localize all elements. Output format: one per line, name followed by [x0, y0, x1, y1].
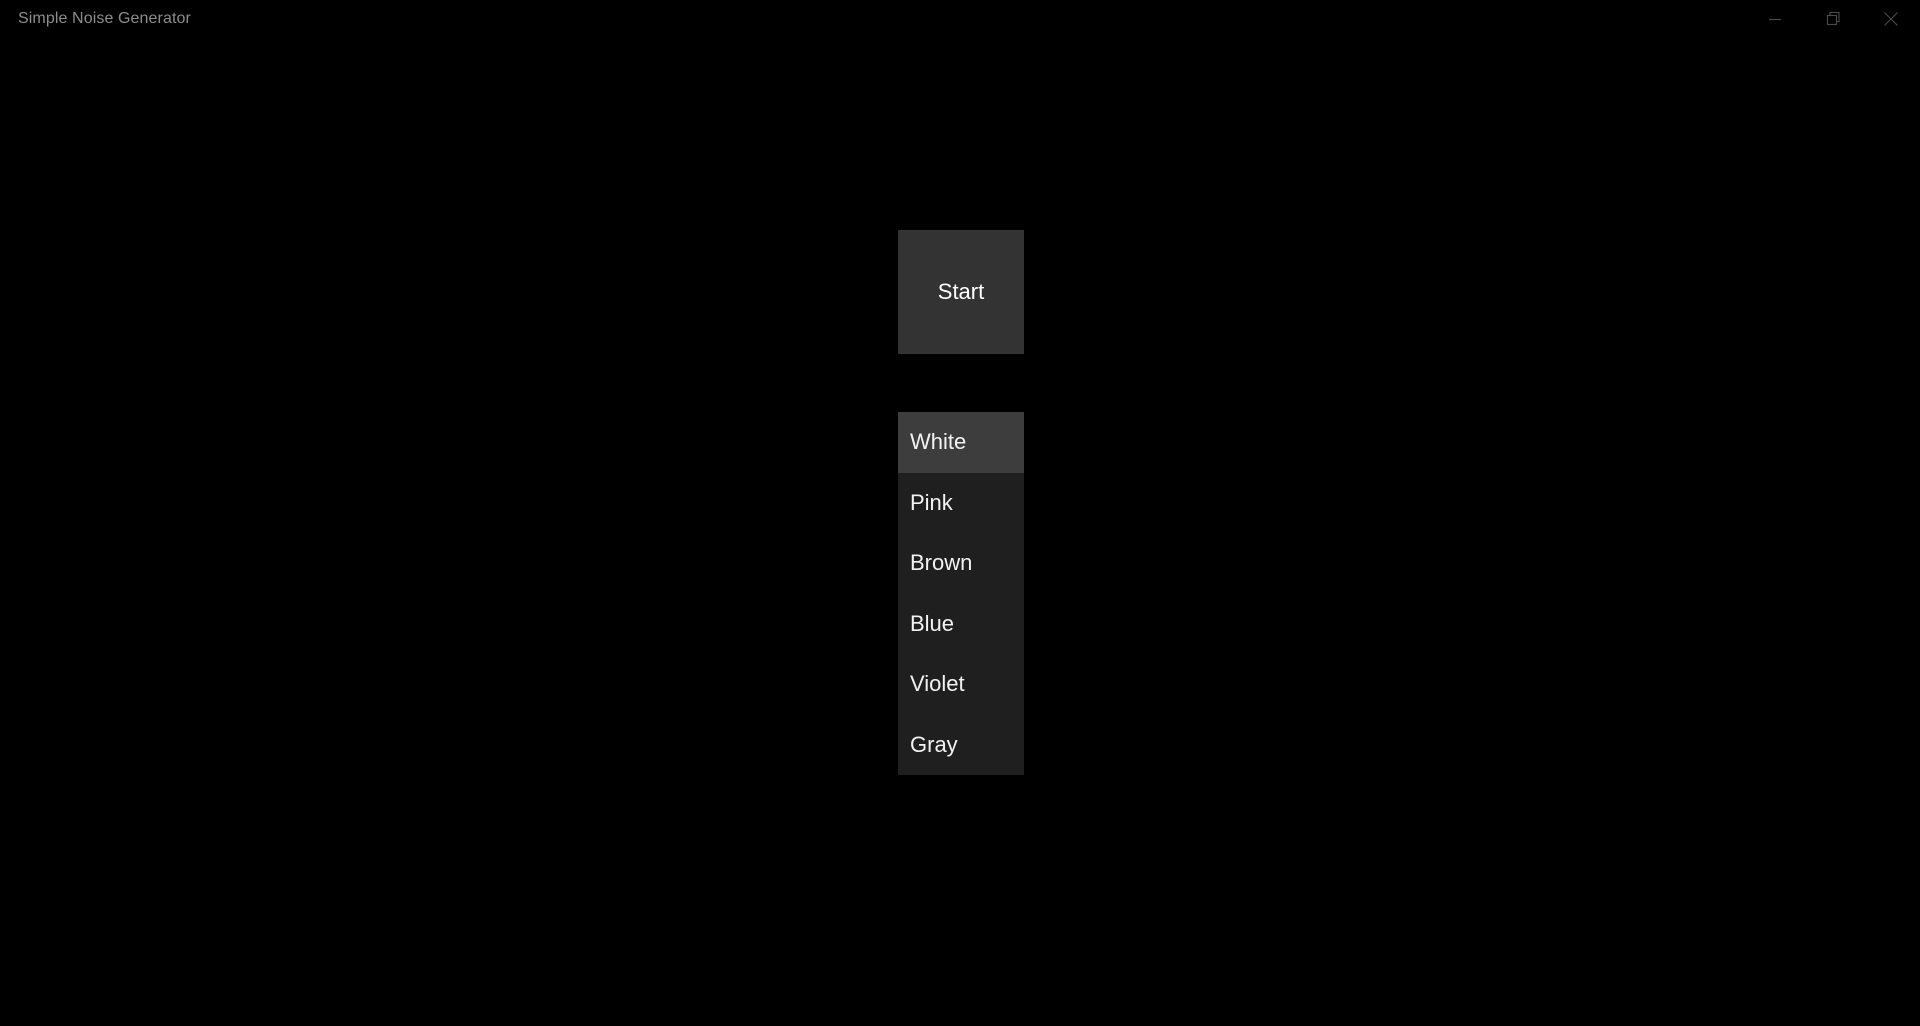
close-button[interactable]	[1862, 0, 1920, 38]
title-bar: Simple Noise Generator	[0, 0, 1920, 38]
noise-type-label: Brown	[910, 550, 973, 576]
noise-type-label: Violet	[910, 671, 965, 697]
application-window: Simple Noise Generator Start White Pink …	[0, 0, 1920, 1026]
noise-type-label: Gray	[910, 731, 958, 757]
noise-type-item-blue[interactable]: Blue	[898, 594, 1024, 655]
window-title: Simple Noise Generator	[18, 10, 191, 27]
restore-button[interactable]	[1804, 0, 1862, 38]
noise-type-label: Pink	[910, 489, 953, 515]
minimize-button[interactable]	[1746, 0, 1804, 38]
start-button[interactable]: Start	[898, 230, 1024, 354]
minimize-icon	[1764, 8, 1786, 30]
noise-type-item-violet[interactable]: Violet	[898, 654, 1024, 715]
noise-type-item-white[interactable]: White	[898, 412, 1024, 473]
window-controls	[1746, 0, 1920, 38]
noise-type-label: White	[910, 429, 967, 455]
noise-type-list[interactable]: White Pink Brown Blue Violet Gray	[898, 412, 1024, 775]
noise-type-item-brown[interactable]: Brown	[898, 533, 1024, 594]
noise-type-label: Blue	[910, 610, 955, 636]
client-area: Start White Pink Brown Blue Violet Gray	[0, 38, 1920, 1026]
noise-type-item-gray[interactable]: Gray	[898, 715, 1024, 776]
restore-icon	[1822, 8, 1844, 30]
close-icon	[1880, 8, 1902, 30]
noise-type-item-pink[interactable]: Pink	[898, 473, 1024, 534]
